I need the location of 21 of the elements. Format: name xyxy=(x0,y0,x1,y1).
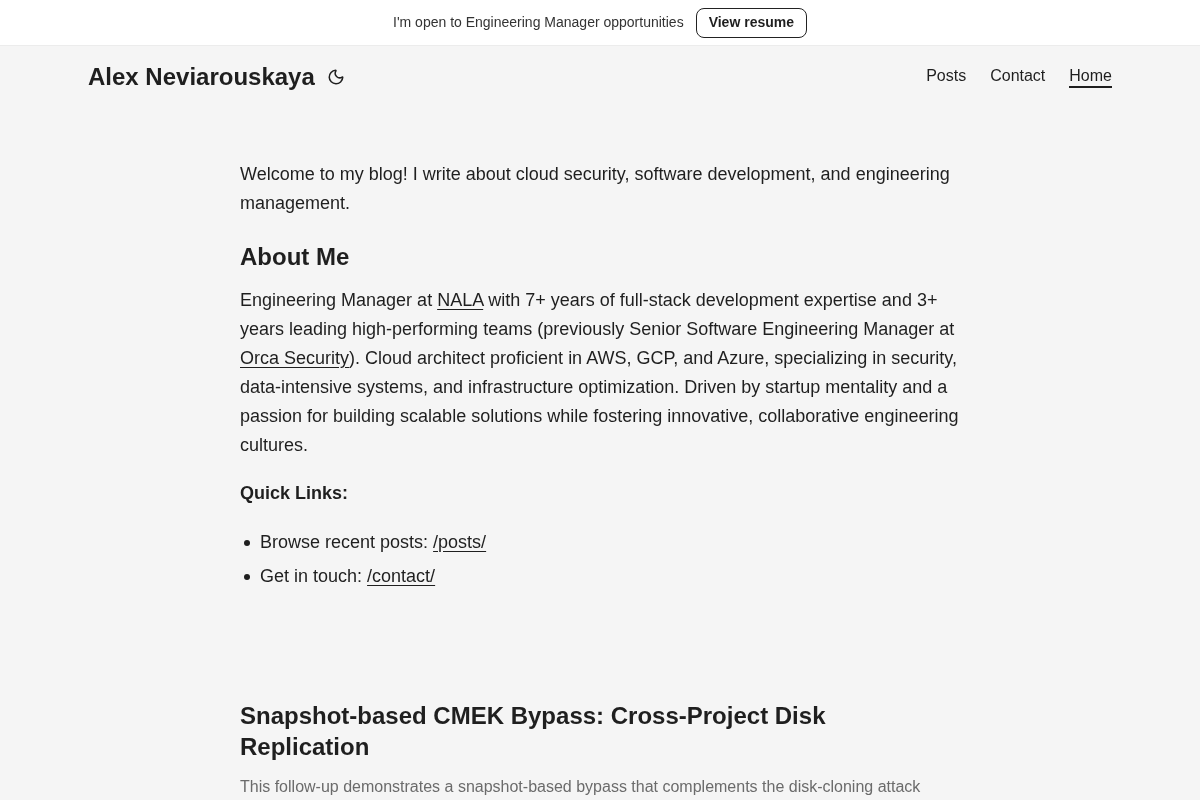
nav-link[interactable]: Home xyxy=(1069,66,1112,88)
quick-link-text: Get in touch: /contact/ xyxy=(260,565,436,588)
post-excerpt: This follow-up demonstrates a snapshot-based bypass that complements the disk-cloning attack xyxy=(240,777,922,797)
intro-paragraph: Welcome to my blog! I write about cloud security, software development, and engineering management. xyxy=(240,163,951,215)
quick-link-text: Browse recent posts: /posts/ xyxy=(260,531,487,554)
nav-link[interactable]: Contact xyxy=(990,66,1046,88)
about-paragraph: Engineering Manager at NALA with 7+ years of full-stack development expertise and 3+ years leading high-performing teams (previously Senior Software Engineering Manager at Orca Security). Cloud architect proficient in AWS, GCP, and Azure, specializing in security, data-intensive systems, and infrastructure optimization. Driven by startup mentality and a passion for building scalable solutions while fostering innovative, collaborative engineering cultures. xyxy=(240,289,960,457)
moon-icon xyxy=(326,68,345,86)
view-resume-button[interactable]: View resume xyxy=(695,7,807,38)
site-title[interactable]: Alex Neviarouskaya xyxy=(88,62,315,92)
quick-links-heading: Quick Links: xyxy=(240,482,350,505)
section-heading: About Me xyxy=(240,242,351,272)
post-title[interactable]: Snapshot-based CMEK Bypass: Cross-Project Disk Replication xyxy=(240,700,960,762)
quick-link[interactable]: /contact/ xyxy=(367,566,436,586)
bullet-icon xyxy=(244,539,250,546)
nav-link[interactable]: Posts xyxy=(926,66,967,88)
inline-link[interactable]: Orca Security xyxy=(240,348,350,368)
quick-link[interactable]: /posts/ xyxy=(433,532,487,552)
inline-link[interactable]: NALA xyxy=(437,290,484,310)
announcement-text: I'm open to Engineering Manager opportunities xyxy=(393,13,684,32)
bullet-icon xyxy=(244,573,250,580)
